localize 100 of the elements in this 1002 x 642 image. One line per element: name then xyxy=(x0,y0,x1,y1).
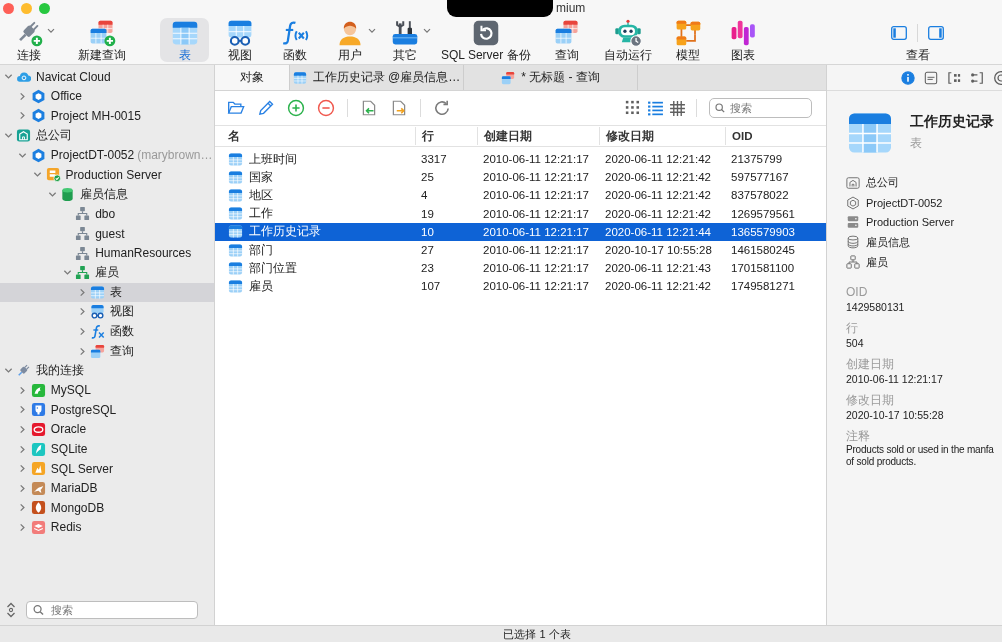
field-value: 2010-06-11 12:21:17 xyxy=(846,372,944,386)
chevron-icon[interactable] xyxy=(367,28,376,34)
chevron-icon[interactable] xyxy=(18,464,28,474)
document-icon[interactable] xyxy=(924,70,938,85)
column-header[interactable]: 修改日期 xyxy=(599,127,725,145)
chevron-icon[interactable] xyxy=(18,425,28,434)
tree-item[interactable]: Project MH-0015 xyxy=(0,106,214,126)
column-header[interactable]: 创建日期 xyxy=(477,127,599,145)
function-icon xyxy=(280,19,309,47)
chevron-icon[interactable] xyxy=(3,366,13,376)
column-header[interactable]: OID xyxy=(725,127,826,145)
chevron-icon[interactable] xyxy=(18,444,28,454)
bracket-icon[interactable] xyxy=(947,70,961,85)
refresh-icon[interactable] xyxy=(433,99,451,117)
tree-item[interactable]: 雇员信息 xyxy=(0,184,214,205)
list-view-icon[interactable] xyxy=(647,99,664,117)
import-icon[interactable] xyxy=(360,99,378,117)
zoom-button[interactable] xyxy=(39,2,50,14)
chevron-icon[interactable] xyxy=(3,72,13,82)
tab[interactable]: * 无标题 - 查询 xyxy=(464,65,638,90)
up-down-icon[interactable] xyxy=(6,602,16,618)
table-button[interactable]: 表 xyxy=(160,18,209,62)
tree-item[interactable]: Oracle xyxy=(0,419,214,440)
tab[interactable]: 工作历史记录 @雇员信息… xyxy=(290,65,464,90)
function-button[interactable]: 函数 xyxy=(270,18,319,62)
column-header[interactable]: 行 xyxy=(415,127,477,145)
table-row[interactable]: 部门位置 23 2010-06-11 12:21:17 2020-06-11 12:21:43 1701581100 xyxy=(215,259,826,278)
other-button[interactable]: 其它 xyxy=(380,18,429,62)
path-label: Production Server xyxy=(866,216,955,229)
search-field[interactable]: 搜索 xyxy=(709,98,812,118)
table-row[interactable]: 部门 27 2010-06-11 12:21:17 2020-10-17 10:55:28 1461580245 xyxy=(215,240,826,260)
tree-item[interactable]: dbo xyxy=(0,204,214,224)
new-query-button[interactable]: 新建查询 xyxy=(72,18,132,62)
tree-item[interactable]: Redis xyxy=(0,517,214,538)
right-panel-icon[interactable] xyxy=(928,26,944,40)
close-button[interactable] xyxy=(3,2,14,14)
tree-item[interactable]: Office xyxy=(0,86,214,107)
tree-item[interactable]: 视图 xyxy=(0,302,214,322)
tree-item[interactable]: ProjectDT-0052 (marybrown… xyxy=(0,145,214,165)
chevron-icon[interactable] xyxy=(18,503,28,513)
tree-item[interactable]: MySQL xyxy=(0,380,214,401)
tree-item[interactable]: SQL Server xyxy=(0,458,214,479)
automation-button[interactable]: 自动运行 xyxy=(597,18,658,62)
tree-item[interactable]: SQLite xyxy=(0,439,214,459)
backup-button[interactable]: SQL Server 备份 xyxy=(435,18,537,62)
export-icon[interactable] xyxy=(390,99,408,117)
chevron-icon[interactable] xyxy=(33,170,43,180)
column-header[interactable]: 名 xyxy=(215,127,415,145)
tree-item[interactable]: 表 xyxy=(0,282,214,303)
tree-item[interactable]: 函数 xyxy=(0,321,214,342)
table-row[interactable]: 工作 19 2010-06-11 12:21:17 2020-06-11 12:21:42 1269579561 xyxy=(215,204,826,223)
tree-item[interactable]: 我的连接 xyxy=(0,360,214,381)
chevron-icon[interactable] xyxy=(18,91,28,101)
chevron-icon[interactable] xyxy=(3,131,13,141)
chevron-icon[interactable] xyxy=(62,268,72,278)
tree-item[interactable]: PostgreSQL xyxy=(0,400,214,420)
chart-button[interactable]: 图表 xyxy=(718,18,768,62)
connect-button[interactable]: 连接 xyxy=(4,18,53,62)
user-button[interactable]: 用户 xyxy=(325,18,374,62)
tree-item[interactable]: 总公司 xyxy=(0,125,214,146)
detail-view-icon[interactable] xyxy=(669,99,686,117)
connector-icon[interactable] xyxy=(970,70,984,85)
table-row[interactable]: 工作历史记录 10 2010-06-11 12:21:17 2020-06-11 12:21:44 1365579903 xyxy=(215,222,826,241)
table-row[interactable]: 上班时间 3317 2010-06-11 12:21:17 2020-06-11 12:21:42 21375799 xyxy=(215,150,826,169)
chevron-icon[interactable] xyxy=(18,522,28,532)
tree-item[interactable]: MongoDB xyxy=(0,498,214,518)
tree-item[interactable]: guest xyxy=(0,223,214,244)
tab[interactable]: 对象 xyxy=(215,65,290,90)
minimize-button[interactable] xyxy=(21,2,32,14)
pencil-icon[interactable] xyxy=(257,99,275,117)
folder-icon[interactable] xyxy=(227,99,245,117)
chevron-icon[interactable] xyxy=(18,483,28,493)
tree-item[interactable]: 雇员 xyxy=(0,262,214,283)
remove-icon[interactable] xyxy=(317,99,335,117)
field-label: 修改日期 xyxy=(846,393,895,408)
field-label: 创建日期 xyxy=(846,357,895,372)
chevron-icon[interactable] xyxy=(18,405,28,415)
view-button[interactable]: 视图 xyxy=(215,18,264,62)
grid-view-icon[interactable] xyxy=(625,99,642,117)
tree-item[interactable]: Navicat Cloud xyxy=(0,67,214,87)
model-button[interactable]: 模型 xyxy=(663,18,713,62)
chevron-icon[interactable] xyxy=(422,28,431,34)
query-button[interactable]: 查询 xyxy=(542,18,592,62)
table-row[interactable]: 国家 25 2010-06-11 12:21:17 2020-06-11 12:21:42 597577167 xyxy=(215,168,826,187)
table-cell-text: 1461580245 xyxy=(730,244,796,257)
info-icon[interactable] xyxy=(901,70,915,85)
search-field[interactable]: 搜索 xyxy=(26,601,198,619)
chevron-icon[interactable] xyxy=(46,28,55,34)
ring-icon[interactable] xyxy=(993,70,1002,85)
tree-item[interactable]: Production Server xyxy=(0,164,214,185)
add-icon[interactable] xyxy=(287,99,305,117)
tree-item[interactable]: 查询 xyxy=(0,341,214,361)
table-row[interactable]: 地区 4 2010-06-11 12:21:17 2020-06-11 12:21:42 837578022 xyxy=(215,186,826,205)
chevron-icon[interactable] xyxy=(18,385,28,395)
left-panel-icon[interactable] xyxy=(891,26,907,40)
chevron-icon[interactable] xyxy=(18,111,28,121)
table-icon xyxy=(228,187,243,203)
table-row[interactable]: 雇员 107 2010-06-11 12:21:17 2020-06-11 12:21:42 1749581271 xyxy=(215,277,826,296)
tree-item[interactable]: MariaDB xyxy=(0,478,214,499)
tree-item[interactable]: HumanResources xyxy=(0,243,214,263)
